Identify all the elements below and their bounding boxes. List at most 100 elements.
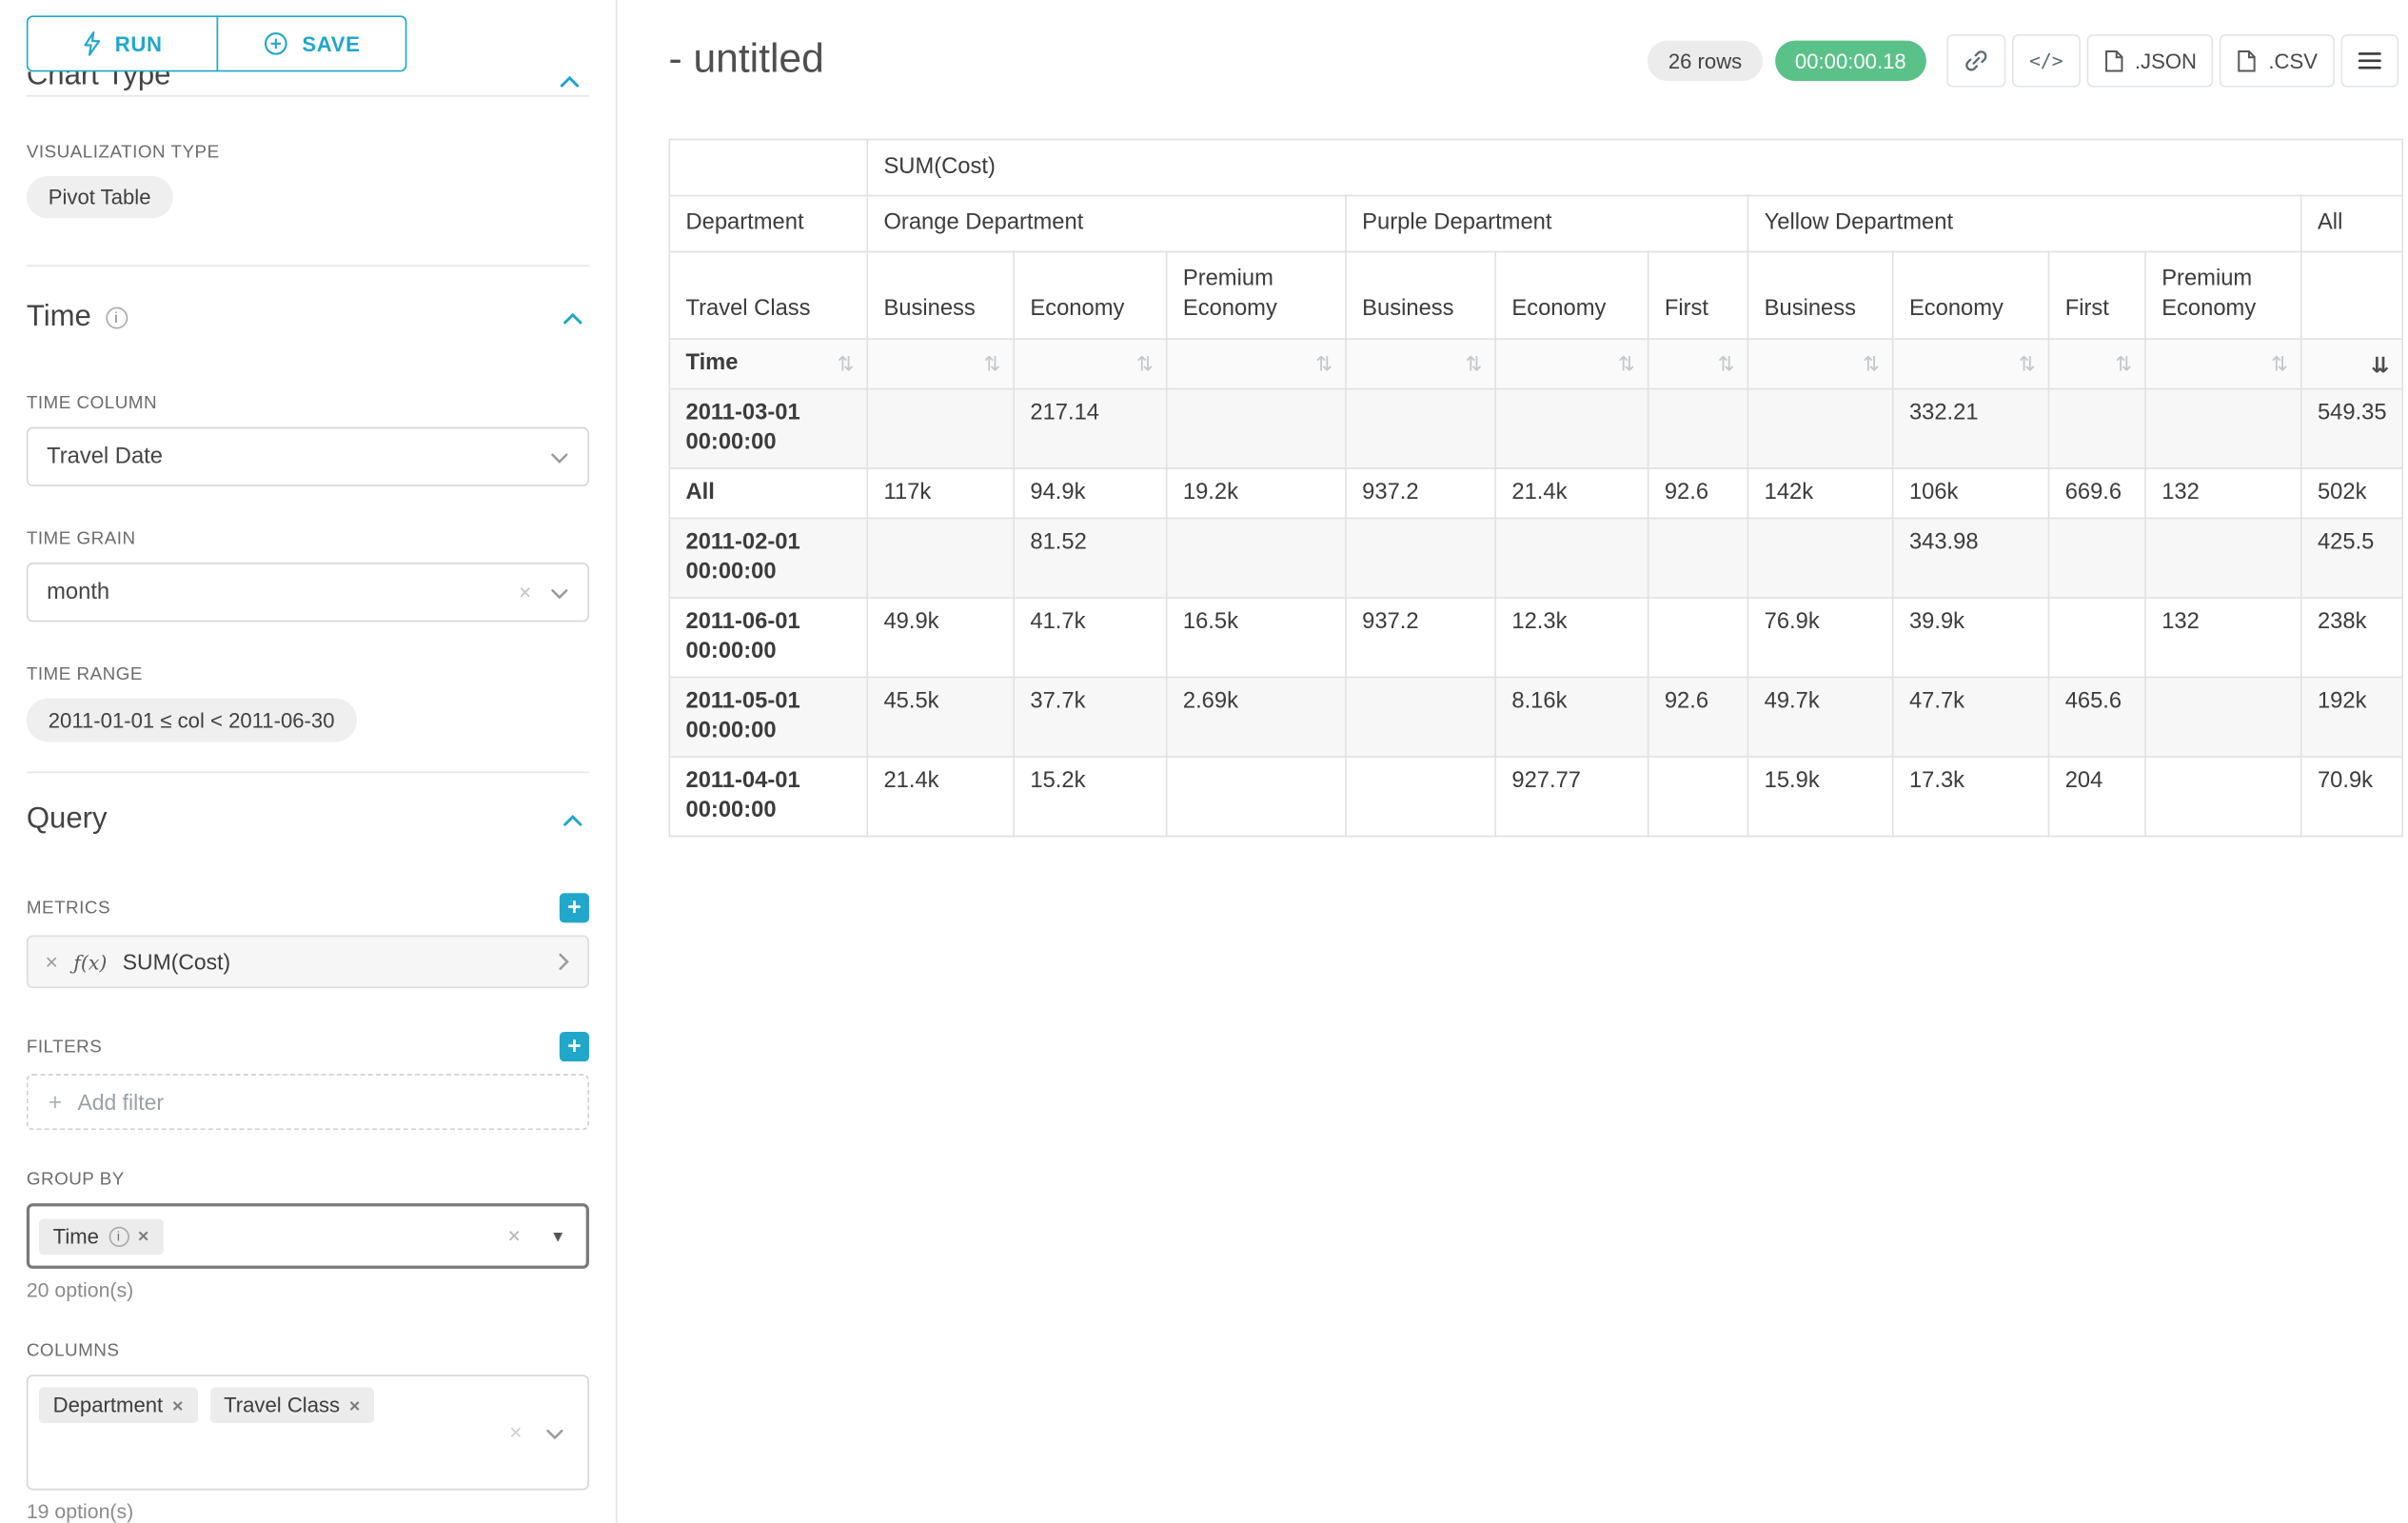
app-window: RUN SAVE Chart Type VISUALIZATION TYPE P…	[0, 0, 2408, 1523]
pivot-value-cell: 92.6	[1648, 468, 1748, 518]
column-subheader: First	[1648, 251, 1748, 339]
pivot-value-cell: 37.7k	[1014, 677, 1166, 757]
columns-chip[interactable]: Department ×	[39, 1387, 197, 1423]
columns-options-hint: 19 option(s)	[27, 1499, 589, 1523]
info-icon[interactable]: i	[106, 307, 128, 329]
clear-icon[interactable]: ×	[509, 1419, 522, 1444]
add-filter-plus-button[interactable]: +	[560, 1032, 589, 1061]
pivot-value-cell	[1346, 518, 1495, 598]
file-icon	[2103, 49, 2123, 73]
remove-chip-icon[interactable]: ×	[172, 1394, 183, 1416]
metric-name: SUM(Cost)	[123, 949, 230, 974]
pivot-value-cell: 132	[2145, 598, 2301, 678]
sort-icon[interactable]: ⇅	[2019, 354, 2036, 374]
pivot-value-cell	[2048, 389, 2145, 469]
clear-icon[interactable]: ×	[519, 580, 531, 604]
time-range-pill[interactable]: 2011-01-01 ≤ col < 2011-06-30	[27, 699, 357, 742]
row-header: 2011-03-01 00:00:00	[669, 389, 867, 469]
pivot-value-cell	[1167, 757, 1346, 837]
pivot-value-cell: 94.9k	[1014, 468, 1166, 518]
sort-icon[interactable]: ⇅	[1136, 354, 1154, 374]
chevron-up-icon[interactable]	[560, 71, 580, 95]
columns-chip[interactable]: Travel Class ×	[209, 1387, 374, 1423]
file-icon	[2238, 49, 2258, 73]
chart-title[interactable]: - untitled	[668, 31, 823, 85]
sort-icon[interactable]: ⇅	[1618, 354, 1635, 374]
remove-chip-icon[interactable]: ×	[138, 1225, 148, 1247]
pivot-value-cell: 45.5k	[867, 677, 1014, 757]
time-section-header[interactable]: Time i	[27, 301, 589, 335]
hamburger-menu-icon	[2359, 51, 2382, 70]
pivot-value-cell	[1495, 518, 1648, 598]
column-group-header: All	[2301, 196, 2403, 252]
sort-icon[interactable]: ⇅	[1315, 354, 1332, 374]
chevron-up-icon[interactable]	[563, 311, 582, 326]
metric-option[interactable]: × ƒ(x) SUM(Cost)	[27, 936, 589, 989]
clear-icon[interactable]: ×	[508, 1223, 521, 1248]
column-subheader: Business	[1747, 251, 1892, 339]
chip-label: Travel Class	[224, 1394, 340, 1417]
copy-link-button[interactable]	[1946, 34, 2005, 88]
pivot-value-cell	[2048, 598, 2145, 678]
menu-button[interactable]	[2341, 34, 2399, 88]
sort-icon[interactable]: ⇅	[1465, 354, 1482, 374]
chevron-down-icon[interactable]	[545, 1420, 564, 1448]
pivot-value-cell: 217.14	[1014, 389, 1166, 469]
filters-control-header: FILTERS +	[27, 1032, 589, 1061]
sort-icon[interactable]: ⇅	[837, 354, 854, 374]
column-dimension-label: Department	[669, 196, 867, 252]
pivot-table-container: SUM(Cost)DepartmentOrange DepartmentPurp…	[668, 139, 2398, 838]
sort-desc-icon[interactable]: ⇊	[2371, 353, 2389, 375]
group-by-select[interactable]: Time i × × ▾	[27, 1203, 589, 1269]
remove-metric-icon[interactable]: ×	[45, 949, 57, 974]
sort-icon[interactable]: ⇅	[1863, 354, 1880, 374]
column-subheader: Economy	[1495, 251, 1648, 339]
column-sort-header: ⇊	[2301, 339, 2403, 388]
column-group-header: Yellow Department	[1747, 196, 2300, 252]
group-by-chip[interactable]: Time i ×	[39, 1218, 163, 1255]
pivot-value-cell	[867, 518, 1014, 598]
chevron-up-icon[interactable]	[563, 813, 582, 827]
sort-icon[interactable]: ⇅	[2271, 354, 2288, 374]
export-csv-button[interactable]: .CSV	[2220, 34, 2335, 88]
group-by-options-hint: 20 option(s)	[27, 1278, 589, 1302]
visualization-type-pill[interactable]: Pivot Table	[27, 176, 173, 218]
query-section-header[interactable]: Query	[27, 802, 589, 837]
pivot-value-cell	[1346, 677, 1495, 757]
column-sort-header: ⇅	[1014, 339, 1166, 388]
pivot-value-cell: 49.9k	[867, 598, 1014, 678]
caret-down-icon[interactable]: ▾	[553, 1225, 563, 1247]
time-grain-select[interactable]: month ×	[27, 563, 589, 622]
run-button[interactable]: RUN	[27, 15, 218, 71]
pivot-value-cell	[1747, 518, 1892, 598]
view-query-button[interactable]: </>	[2012, 34, 2081, 88]
sort-icon[interactable]: ⇅	[2115, 354, 2132, 374]
sort-icon[interactable]: ⇅	[983, 354, 1000, 374]
metrics-control-header: METRICS +	[27, 893, 589, 922]
info-icon[interactable]: i	[109, 1226, 128, 1246]
column-sort-header: ⇅	[1346, 339, 1495, 388]
row-header: 2011-04-01 00:00:00	[669, 757, 867, 837]
columns-select[interactable]: Department × Travel Class × ×	[27, 1375, 589, 1490]
column-subheader: First	[2048, 251, 2145, 339]
export-json-button[interactable]: .JSON	[2086, 34, 2214, 88]
remove-chip-icon[interactable]: ×	[349, 1394, 360, 1416]
column-subheader: Economy	[1893, 251, 2049, 339]
chevron-right-icon[interactable]	[558, 953, 570, 972]
add-filter-button[interactable]: + Add filter	[27, 1074, 589, 1130]
plus-icon: +	[49, 1089, 62, 1116]
sort-icon[interactable]: ⇅	[1718, 354, 1735, 374]
function-icon: ƒ(x)	[73, 950, 107, 974]
pivot-value-cell: 15.2k	[1014, 757, 1166, 837]
time-column-select[interactable]: Travel Date	[27, 427, 589, 486]
column-group-header: Orange Department	[867, 196, 1346, 252]
pivot-value-cell: 937.2	[1346, 468, 1495, 518]
pivot-value-cell: 117k	[867, 468, 1014, 518]
time-column-value: Travel Date	[47, 445, 163, 469]
pivot-value-cell: 39.9k	[1893, 598, 2049, 678]
divider	[27, 95, 589, 97]
pivot-value-cell: 669.6	[2048, 468, 2145, 518]
save-button[interactable]: SAVE	[217, 15, 407, 71]
add-metric-button[interactable]: +	[560, 893, 589, 922]
export-csv-label: .CSV	[2268, 49, 2318, 73]
